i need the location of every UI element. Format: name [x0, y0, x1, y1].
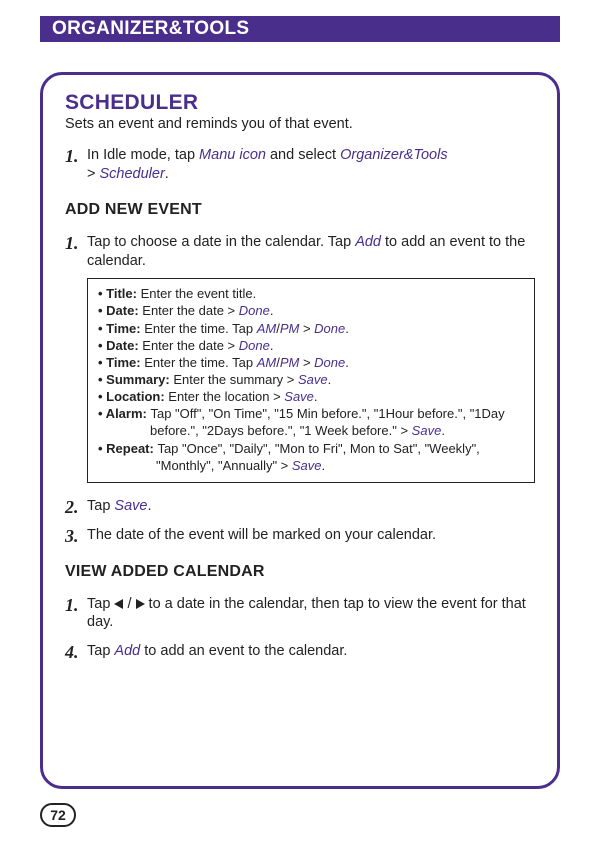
step-number: 2. [65, 497, 87, 516]
link-scheduler: Scheduler [100, 166, 165, 182]
step-text: Tap / to a date in the calendar, then ta… [87, 595, 535, 632]
field-alarm-cont: before.", "2Days before.", "1 Week befor… [98, 422, 524, 439]
step-text: The date of the event will be marked on … [87, 526, 436, 545]
page-number-badge: 72 [40, 803, 76, 827]
step-number: 4. [65, 642, 87, 661]
field-time: • Time: Enter the time. Tap AM/PM > Done… [98, 320, 524, 337]
field-repeat-cont: "Monthly", "Annually" > Save. [98, 457, 524, 474]
step-number: 1. [65, 595, 87, 632]
field-summary: • Summary: Enter the summary > Save. [98, 371, 524, 388]
step-item: 4. Tap Add to add an event to the calend… [65, 642, 535, 661]
field-repeat: • Repeat: Tap "Once", "Daily", "Mon to F… [98, 440, 524, 457]
triangle-right-icon [136, 599, 145, 609]
page-number: 72 [50, 807, 66, 823]
step-text: Tap Add to add an event to the calendar. [87, 642, 347, 661]
add-event-steps: 1. Tap to choose a date in the calendar.… [65, 233, 535, 270]
heading-view-calendar: VIEW ADDED CALENDAR [65, 563, 535, 581]
content-panel: SCHEDULER Sets an event and reminds you … [40, 72, 560, 789]
step-number: 3. [65, 526, 87, 545]
view-calendar-steps: 1. Tap / to a date in the calendar, then… [65, 595, 535, 661]
link-add: Add [355, 234, 381, 250]
header-title: ORGANIZER&TOOLS [52, 18, 249, 40]
field-location: • Location: Enter the location > Save. [98, 388, 524, 405]
step-item: 3. The date of the event will be marked … [65, 526, 535, 545]
step-text: In Idle mode, tap Manu icon and select O… [87, 146, 448, 183]
header-bar: ORGANIZER&TOOLS [40, 16, 560, 42]
intro-steps: 1. In Idle mode, tap Manu icon and selec… [65, 146, 535, 183]
step-text: Tap to choose a date in the calendar. Ta… [87, 233, 535, 270]
step-item: 2. Tap Save. [65, 497, 535, 516]
step-number: 1. [65, 146, 87, 183]
field-alarm: • Alarm: Tap "Off", "On Time", "15 Min b… [98, 405, 524, 422]
link-organizer-tools: Organizer&Tools [340, 147, 447, 163]
section-subtitle: Sets an event and reminds you of that ev… [65, 116, 535, 132]
section-title: SCHEDULER [65, 91, 535, 115]
event-fields-box: • Title: Enter the event title. • Date: … [87, 278, 535, 483]
field-title: • Title: Enter the event title. [98, 285, 524, 302]
heading-add-event: ADD NEW EVENT [65, 201, 535, 219]
link-save: Save [114, 498, 147, 514]
step-item: 1. Tap / to a date in the calendar, then… [65, 595, 535, 632]
link-add: Add [114, 643, 140, 659]
step-item: 1. Tap to choose a date in the calendar.… [65, 233, 535, 270]
step-item: 1. In Idle mode, tap Manu icon and selec… [65, 146, 535, 183]
field-time-2: • Time: Enter the time. Tap AM/PM > Done… [98, 354, 524, 371]
step-number: 1. [65, 233, 87, 270]
field-date: • Date: Enter the date > Done. [98, 302, 524, 319]
field-date-2: • Date: Enter the date > Done. [98, 337, 524, 354]
add-event-steps-2: 2. Tap Save. 3. The date of the event wi… [65, 497, 535, 545]
link-manu-icon: Manu icon [199, 147, 266, 163]
step-text: Tap Save. [87, 497, 152, 516]
